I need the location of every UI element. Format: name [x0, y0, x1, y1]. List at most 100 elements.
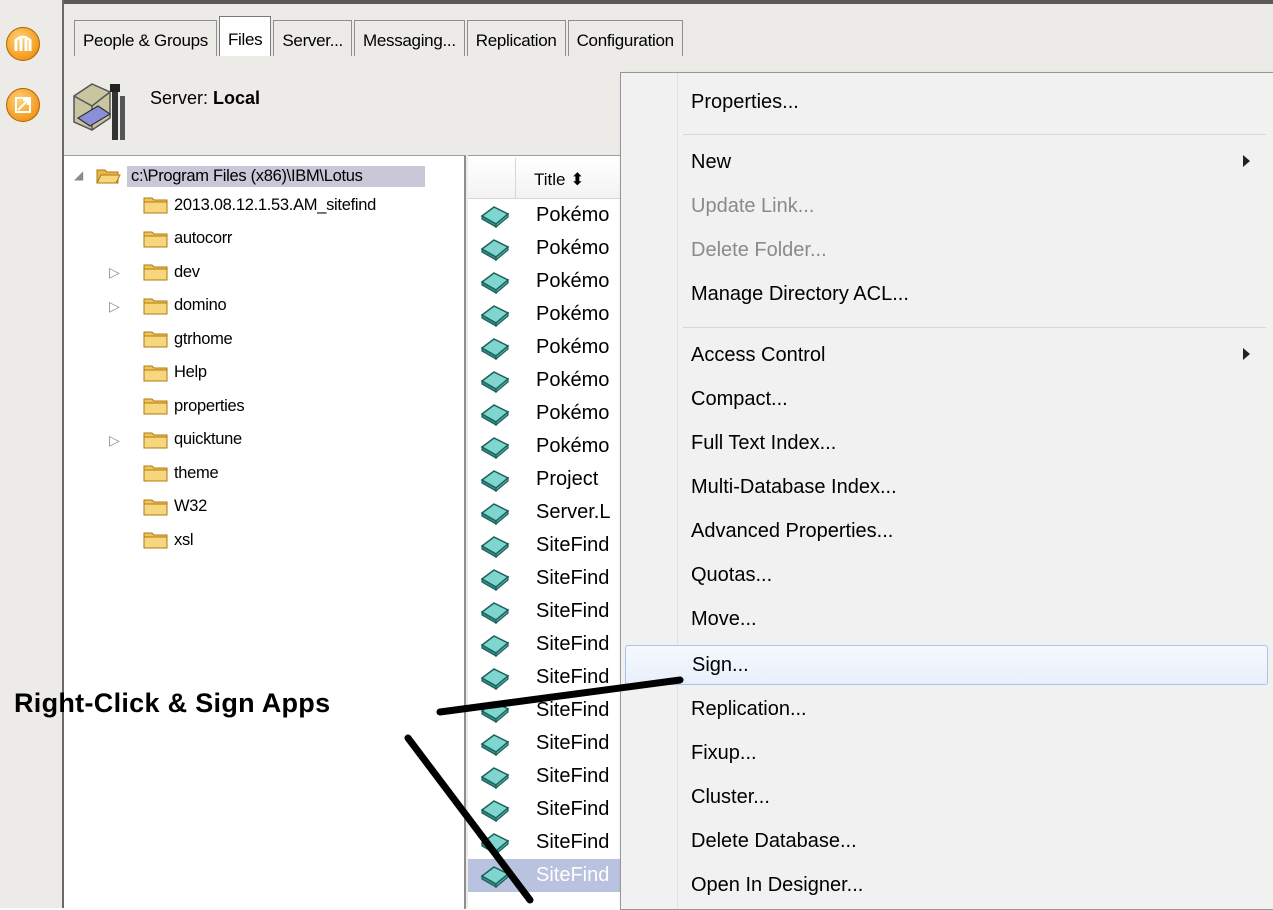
database-title: Pokémo — [536, 435, 610, 457]
menu-item-properties[interactable]: Properties... — [623, 86, 1268, 120]
tree-folder-item[interactable]: properties — [143, 392, 245, 420]
database-row[interactable]: Pokémo — [468, 364, 628, 397]
database-row[interactable]: SiteFind — [468, 562, 628, 595]
database-icon — [480, 370, 510, 393]
tree-folder-item[interactable]: ▷ dev — [109, 258, 200, 286]
folder-icon — [143, 398, 168, 415]
database-row[interactable]: Pokémo — [468, 331, 628, 364]
expand-arrow-icon[interactable]: ▷ — [109, 432, 120, 449]
menu-item-replication[interactable]: Replication... — [623, 693, 1268, 727]
menu-item-update-link[interactable]: Update Link... — [623, 190, 1268, 224]
tree-folder-label: domino — [174, 296, 227, 314]
database-row[interactable]: Pokémo — [468, 232, 628, 265]
database-row[interactable]: Pokémo — [468, 199, 628, 232]
database-row[interactable]: Pokémo — [468, 430, 628, 463]
database-icon — [480, 205, 510, 228]
tree-folder-item[interactable]: ▷ quicktune — [109, 426, 242, 454]
database-row[interactable]: SiteFind — [468, 859, 628, 892]
folder-icon — [143, 331, 168, 348]
tab-replication[interactable]: Replication — [466, 20, 566, 56]
folder-icon — [143, 465, 168, 482]
database-icon — [480, 634, 510, 657]
menu-item-delete-database[interactable]: Delete Database... — [623, 825, 1268, 859]
tree-folder-item[interactable]: 2013.08.12.1.53.AM_sitefind — [143, 191, 376, 219]
menu-item-delete-folder[interactable]: Delete Folder... — [623, 234, 1268, 268]
menu-item-multi-database-index[interactable]: Multi-Database Index... — [623, 471, 1268, 505]
tree-folder-item[interactable]: ▷ domino — [109, 292, 227, 320]
database-icon — [480, 535, 510, 558]
database-title: Pokémo — [536, 369, 610, 391]
open-folder-icon — [96, 169, 121, 184]
tree-folder-item[interactable]: autocorr — [143, 225, 232, 253]
database-row[interactable]: SiteFind — [468, 694, 628, 727]
database-icon — [480, 271, 510, 294]
menu-item-move[interactable]: Move... — [623, 603, 1268, 637]
database-row[interactable]: SiteFind — [468, 793, 628, 826]
database-title: SiteFind — [536, 600, 610, 622]
database-icon — [480, 832, 510, 855]
database-row[interactable]: SiteFind — [468, 826, 628, 859]
title-column-header[interactable]: Title ⬍ — [534, 170, 584, 190]
menu-item-cluster[interactable]: Cluster... — [623, 781, 1268, 815]
database-icon — [480, 469, 510, 492]
column-header: Title ⬍ — [468, 158, 628, 199]
database-row[interactable]: SiteFind — [468, 595, 628, 628]
tab-people-groups[interactable]: People & Groups — [74, 20, 217, 56]
collapse-arrow-icon[interactable]: ◢ — [74, 168, 83, 182]
database-row[interactable]: Server.L — [468, 496, 628, 529]
database-list-pane[interactable]: Title ⬍ Pokémo Pokémo Pokémo Pokémo Pokémo Po… — [468, 155, 628, 909]
database-row[interactable]: SiteFind — [468, 529, 628, 562]
menu-item-new[interactable]: New — [623, 146, 1268, 180]
tree-folder-item[interactable]: gtrhome — [143, 325, 233, 353]
server-name: Local — [213, 88, 261, 108]
database-title: Pokémo — [536, 303, 610, 325]
database-row[interactable]: Pokémo — [468, 265, 628, 298]
database-row[interactable]: Pokémo — [468, 397, 628, 430]
folder-icon — [143, 499, 168, 515]
menu-item-manage-directory-acl[interactable]: Manage Directory ACL... — [623, 278, 1268, 312]
database-row[interactable]: Project — [468, 463, 628, 496]
database-icon — [480, 403, 510, 426]
tree-folder-item[interactable]: W32 — [143, 493, 207, 521]
database-row[interactable]: Pokémo — [468, 298, 628, 331]
server-label: Server: Local — [150, 88, 260, 109]
database-icon — [480, 238, 510, 261]
database-icon — [480, 337, 510, 360]
menu-item-sign[interactable]: Sign... — [625, 645, 1268, 685]
tree-root[interactable]: ◢ c:\Program Files (x86)\IBM\Lotus — [74, 162, 425, 190]
database-row[interactable]: SiteFind — [468, 727, 628, 760]
database-title: SiteFind — [536, 534, 610, 556]
tree-folder-item[interactable]: xsl — [143, 526, 194, 554]
tab-configuration[interactable]: Configuration — [567, 20, 683, 56]
menu-separator — [683, 327, 1266, 328]
context-menu: Properties... New Update Link... Delete … — [620, 72, 1273, 910]
database-icon — [480, 799, 510, 822]
database-row[interactable]: SiteFind — [468, 628, 628, 661]
menu-item-fixup[interactable]: Fixup... — [623, 737, 1268, 771]
database-title: SiteFind — [536, 732, 610, 754]
menu-item-advanced-properties[interactable]: Advanced Properties... — [623, 515, 1268, 549]
menu-item-full-text-index[interactable]: Full Text Index... — [623, 427, 1268, 461]
submenu-arrow-icon — [1243, 348, 1250, 360]
menu-item-compact[interactable]: Compact... — [623, 383, 1268, 417]
tab-messaging[interactable]: Messaging... — [353, 20, 465, 56]
notes-home-icon[interactable] — [6, 27, 40, 61]
expand-arrow-icon[interactable]: ▷ — [109, 298, 120, 315]
replicator-icon[interactable] — [6, 88, 40, 122]
tree-folder-item[interactable]: Help — [143, 359, 207, 387]
tree-folder-item[interactable]: theme — [143, 459, 219, 487]
menu-item-quotas[interactable]: Quotas... — [623, 559, 1268, 593]
tab-files[interactable]: Files — [218, 16, 272, 56]
folder-icon — [143, 231, 168, 247]
tab-server[interactable]: Server... — [273, 20, 352, 56]
database-row[interactable]: SiteFind — [468, 661, 628, 694]
menu-item-open-in-designer[interactable]: Open In Designer... — [623, 869, 1268, 903]
submenu-arrow-icon — [1243, 155, 1250, 167]
menu-item-access-control[interactable]: Access Control — [623, 339, 1268, 373]
tree-root-label: c:\Program Files (x86)\IBM\Lotus — [127, 165, 425, 187]
folder-tree-pane[interactable]: ◢ c:\Program Files (x86)\IBM\Lotus 2013.… — [64, 155, 466, 909]
folder-icon — [143, 197, 168, 214]
database-title: Project — [536, 468, 599, 490]
expand-arrow-icon[interactable]: ▷ — [109, 264, 120, 281]
database-row[interactable]: SiteFind — [468, 760, 628, 793]
